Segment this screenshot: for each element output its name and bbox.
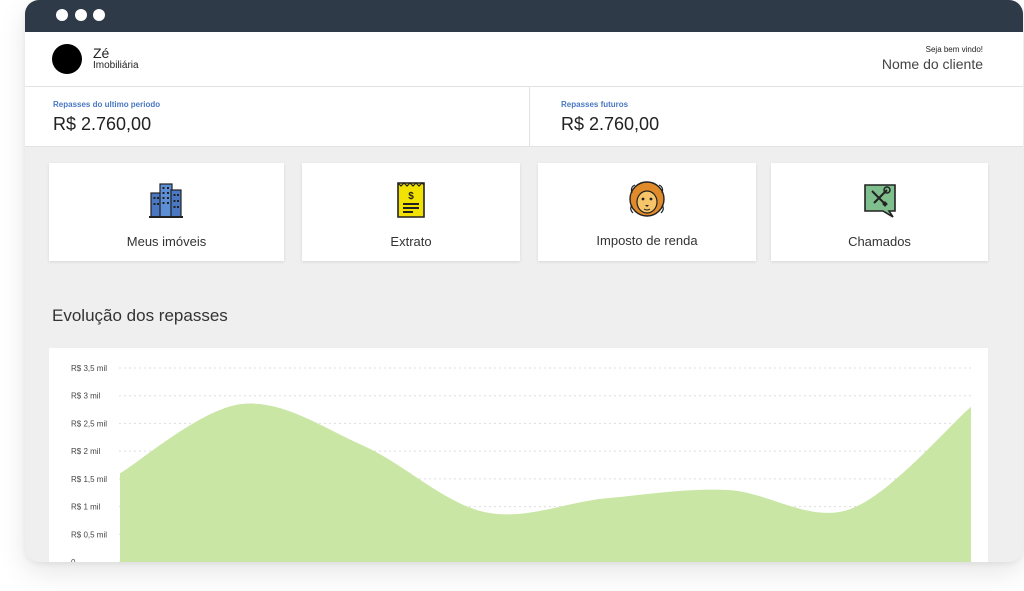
y-tick-label: 0 [71,558,76,562]
y-tick-label: R$ 1,5 mil [71,475,107,484]
title-bar [25,0,1023,32]
area-series [120,403,971,562]
y-tick-label: R$ 2 mil [71,447,101,456]
card-label: Chamados [848,234,911,249]
brand-logo [52,44,82,74]
card-label: Extrato [390,234,432,249]
window-close-button[interactable] [56,9,68,21]
browser-window: Zé Imobiliária Seja bem vindo! Nome do c… [25,0,1023,562]
tools-icon [863,184,896,218]
y-tick-label: R$ 3 mil [71,392,101,401]
area-chart: R$ 3,5 mil R$ 3 mil R$ 2,5 mil R$ 2 mil R$ 1… [71,364,971,562]
app-header: Zé Imobiliária Seja bem vindo! Nome do c… [25,32,1023,87]
card-label: Meus imóveis [126,234,207,249]
card-chamados[interactable]: Chamados [771,163,988,261]
client-name[interactable]: Nome do cliente [882,56,983,72]
svg-text:$: $ [408,191,414,202]
buildings-icon [148,183,183,218]
y-tick-label: R$ 3,5 mil [71,364,107,373]
future-value: R$ 2.760,00 [561,114,660,134]
summary-bar: Repasses do ultimo periodo R$ 2.760,00 R… [25,87,1023,147]
card-extrato[interactable]: $ Extrato [302,163,520,261]
card-imposto-de-renda[interactable]: Imposto de renda [538,163,756,261]
lion-icon [629,181,665,217]
brand-subtitle: Imobiliária [93,60,139,71]
brand-name: Zé [93,45,110,61]
y-tick-label: R$ 2,5 mil [71,419,107,428]
window-minimize-button[interactable] [75,9,87,21]
card-label: Imposto de renda [596,233,698,248]
chart-card: R$ 3,5 mil R$ 3 mil R$ 2,5 mil R$ 2 mil R$ 1… [49,348,988,562]
section-title: Evolução dos repasses [52,306,228,325]
y-tick-label: R$ 0,5 mil [71,530,107,539]
last-period-label: Repasses do ultimo periodo [53,100,161,109]
future-label: Repasses futuros [561,100,629,109]
y-tick-label: R$ 1 mil [71,503,101,512]
card-meus-imoveis[interactable]: Meus imóveis [49,163,284,261]
receipt-icon: $ [397,182,425,218]
welcome-text: Seja bem vindo! [925,45,983,54]
window-maximize-button[interactable] [93,9,105,21]
last-period-value: R$ 2.760,00 [53,114,152,134]
summary-divider [529,87,530,146]
